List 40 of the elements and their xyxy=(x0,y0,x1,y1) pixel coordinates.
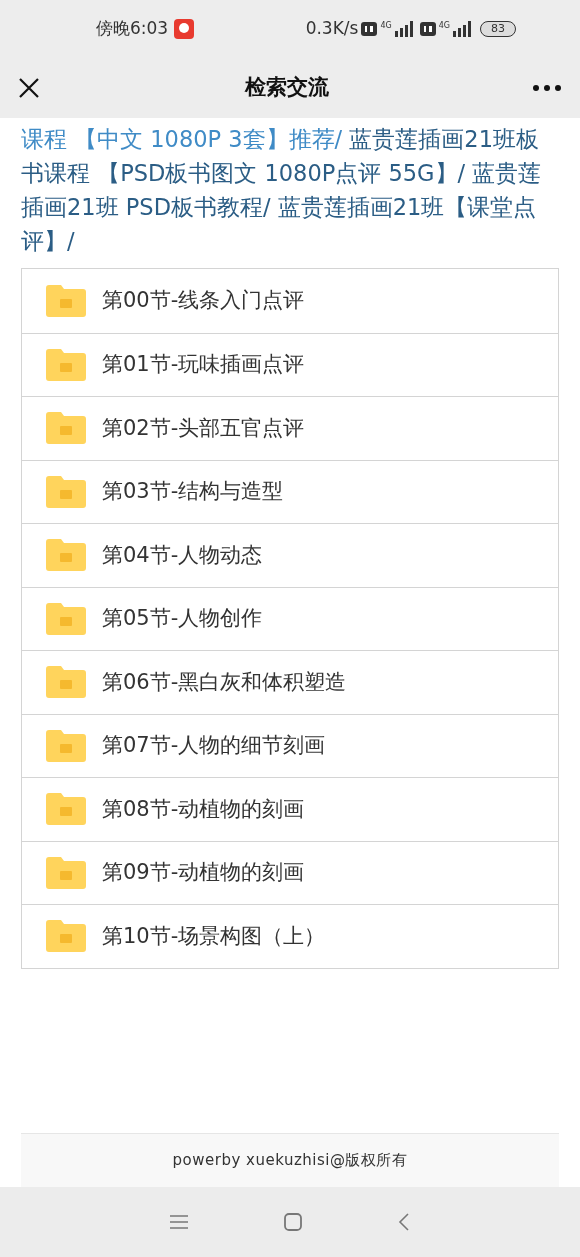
folder-icon xyxy=(46,602,86,635)
folder-row[interactable]: 第02节-头部五官点评 xyxy=(22,396,558,460)
folder-row[interactable]: 第07节-人物的细节刻画 xyxy=(22,713,558,777)
app-icon xyxy=(174,19,195,39)
back-icon[interactable] xyxy=(398,1213,410,1231)
folder-icon xyxy=(46,284,86,317)
battery-icon: 83 xyxy=(480,21,516,37)
folder-icon xyxy=(46,539,86,572)
folder-icon xyxy=(46,348,86,381)
folder-icon xyxy=(46,475,86,508)
folder-row[interactable]: 第10节-场景构图（上） xyxy=(22,904,558,968)
window-title: 检索交流 xyxy=(243,74,330,102)
folder-row[interactable]: 第05节-人物创作 xyxy=(22,586,558,650)
folder-icon xyxy=(46,666,86,699)
folder-row[interactable]: 第01节-玩味插画点评 xyxy=(22,332,558,396)
folder-icon xyxy=(46,729,86,762)
folder-icon xyxy=(46,412,86,445)
close-icon xyxy=(18,77,40,99)
home-icon[interactable] xyxy=(284,1213,302,1231)
folder-icon xyxy=(46,920,86,953)
footer-text: powerby xuekuzhisi@版权所有 xyxy=(172,1150,408,1172)
status-time: 傍晚6:03 xyxy=(96,17,169,41)
network-speed: 0.3K/s xyxy=(305,17,359,41)
folder-icon xyxy=(46,856,86,889)
folder-icon xyxy=(46,793,86,826)
hd-icon xyxy=(419,22,436,36)
signal-icon xyxy=(450,21,472,37)
breadcrumb-text[interactable]: 课程 【中文 1080P 3套】推荐/ 蓝贵莲插画21班板书课程 【PSD板书图文 1080P点评 55G】/ 蓝贵莲插画21班 PSD板书教程/ 蓝贵莲插画21班【课堂点评】/ xyxy=(21,122,559,258)
folder-row[interactable]: 第08节-动植物的刻画 xyxy=(22,777,558,841)
network-type: 4G xyxy=(438,20,450,32)
more-icon xyxy=(533,85,561,91)
folder-row[interactable]: 第06节-黑白灰和体积塑造 xyxy=(22,650,558,714)
folder-row[interactable]: 第03节-结构与造型 xyxy=(22,459,558,523)
folder-row[interactable]: 第09节-动植物的刻画 xyxy=(22,840,558,904)
network-type: 4G xyxy=(380,20,392,32)
hd-icon xyxy=(361,22,378,36)
folder-row[interactable]: 第04节-人物动态 xyxy=(22,523,558,587)
close-button[interactable] xyxy=(18,76,42,100)
folder-row[interactable]: 第00节-线条入门点评 xyxy=(22,269,558,333)
menu-icon[interactable] xyxy=(170,1215,188,1229)
